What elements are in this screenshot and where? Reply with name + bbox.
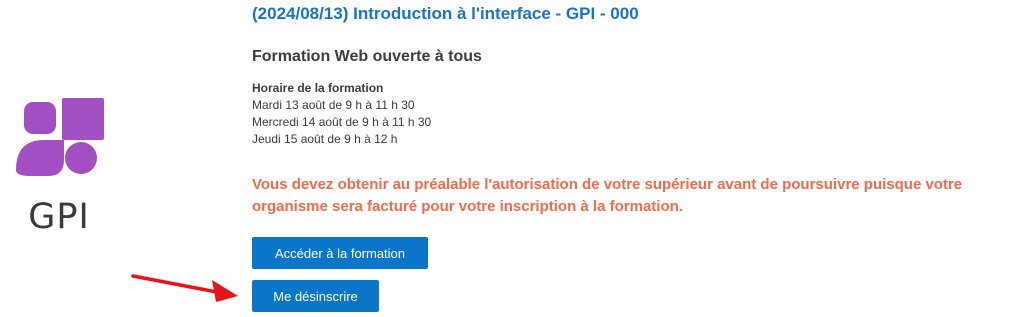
schedule-heading: Horaire de la formation (252, 81, 384, 95)
course-subtitle: Formation Web ouverte à tous (252, 48, 482, 65)
course-page: GPI (2024/08/13) Introduction à l'interf… (0, 0, 1029, 317)
arrow-icon (131, 274, 238, 302)
schedule-line: Mercredi 14 août de 9 h à 11 h 30 (252, 115, 432, 129)
schedule-block: Horaire de la formation Mardi 13 août de… (252, 80, 431, 148)
schedule-line: Mardi 13 août de 9 h à 11 h 30 (252, 98, 415, 112)
unsubscribe-button[interactable]: Me désinscrire (252, 280, 379, 312)
logo-text: GPI (28, 197, 90, 237)
schedule-line: Jeudi 15 août de 9 h à 12 h (252, 132, 398, 146)
course-title-link[interactable]: (2024/08/13) Introduction à l'interface … (252, 4, 639, 24)
access-course-button[interactable]: Accéder à la formation (252, 237, 428, 269)
authorization-warning: Vous devez obtenir au préalable l'autori… (252, 176, 963, 215)
